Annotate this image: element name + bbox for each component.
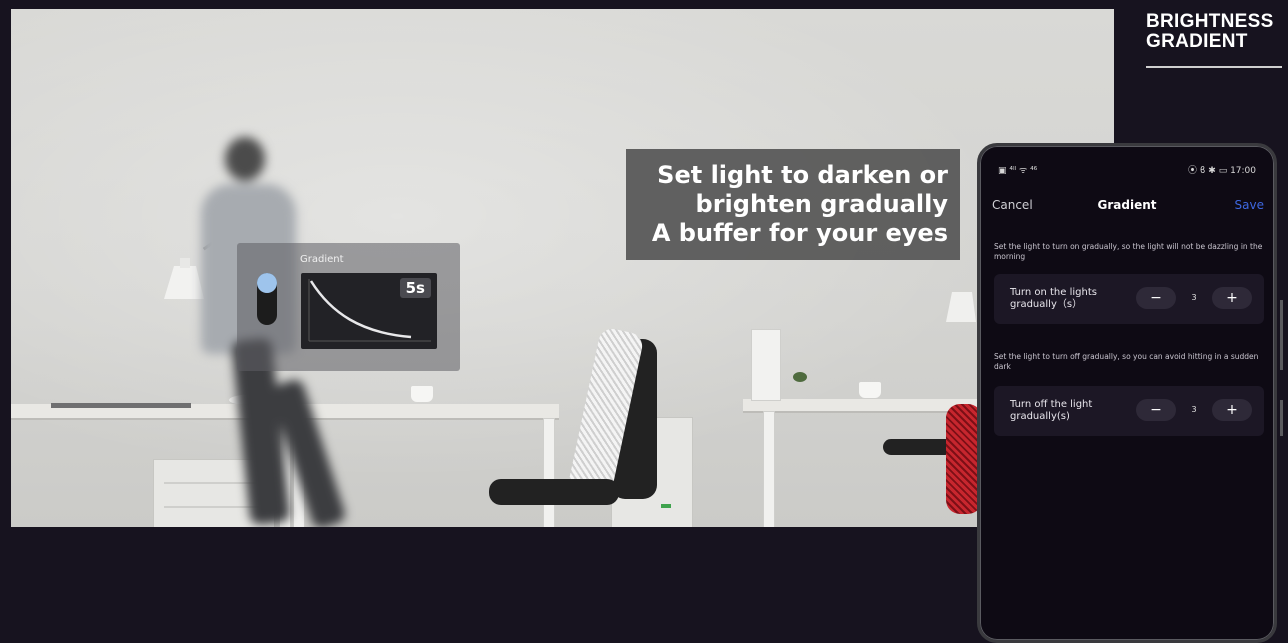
tagline-line-1: Set light to darken or [657, 161, 948, 189]
widget-value: 5s [399, 278, 431, 298]
tagline-box: Set light to darken or brighten graduall… [626, 149, 960, 260]
cup [859, 382, 881, 398]
turn-on-stepper: − 3 + [1136, 287, 1252, 309]
phone-power-button [1280, 400, 1283, 436]
cup [411, 386, 433, 402]
page-heading: BRIGHTNESS GRADIENT [1146, 12, 1282, 52]
tagline-line-2: brighten gradually [695, 190, 948, 218]
app-header: Cancel Gradient Save [980, 198, 1274, 218]
gradient-preview-widget: Gradient 5s [237, 243, 460, 371]
turn-on-label-line-2: gradually（s） [1010, 299, 1083, 310]
turn-off-label-line-1: Turn off the light [1010, 399, 1093, 410]
save-button[interactable]: Save [1235, 198, 1264, 212]
turn-off-label-line-2: gradually(s) [1010, 411, 1070, 422]
widget-title: Gradient [300, 254, 344, 265]
desk-leg [543, 418, 555, 527]
turn-off-label: Turn off the light gradually(s) [1010, 399, 1092, 423]
phone-volume-button [1280, 300, 1283, 370]
chair-right [883, 439, 953, 455]
office-photo [11, 9, 1114, 527]
turn-on-decrement-button[interactable]: − [1136, 287, 1176, 309]
turn-on-label: Turn on the lights gradually（s） [1010, 287, 1097, 311]
turn-on-setting-card: Turn on the lights gradually（s） − 3 + [994, 274, 1264, 324]
turn-on-label-line-1: Turn on the lights [1010, 287, 1097, 298]
turn-off-description: Set the light to turn off gradually, so … [994, 352, 1259, 371]
switch-knob [257, 273, 277, 293]
book-holder [751, 329, 781, 401]
person-head [225, 137, 265, 181]
turn-off-value[interactable]: 3 [1180, 399, 1208, 421]
chair-seat [489, 479, 619, 505]
plant [793, 372, 807, 382]
status-clock: ⦿ ϐ ✱ ▭ 17:00 [1188, 166, 1256, 176]
status-bar: ▣ ⁴ᴵˡ ᯤ ⁴⁶ ⦿ ϐ ✱ ▭ 17:00 [998, 163, 1256, 177]
status-signal-icons: ▣ ⁴ᴵˡ ᯤ ⁴⁶ [998, 166, 1038, 176]
heading-line-2: GRADIENT [1146, 31, 1248, 52]
gradient-curve-graph: 5s [301, 273, 437, 349]
turn-on-increment-button[interactable]: + [1212, 287, 1252, 309]
tagline-line-3: A buffer for your eyes [651, 219, 948, 247]
heading-divider [1146, 66, 1282, 68]
turn-on-description: Set the light to turn on gradually, so t… [994, 242, 1263, 261]
green-accent [661, 504, 671, 508]
turn-off-increment-button[interactable]: + [1212, 399, 1252, 421]
heading-line-1: BRIGHTNESS [1146, 11, 1274, 32]
screen-title: Gradient [1097, 198, 1157, 212]
turn-on-value[interactable]: 3 [1180, 287, 1208, 309]
phone-mockup: ▣ ⁴ᴵˡ ᯤ ⁴⁶ ⦿ ϐ ✱ ▭ 17:00 Cancel Gradient… [977, 143, 1277, 643]
turn-off-stepper: − 3 + [1136, 399, 1252, 421]
turn-off-decrement-button[interactable]: − [1136, 399, 1176, 421]
desk-leg [763, 411, 775, 527]
laptop [51, 403, 191, 408]
turn-off-setting-card: Turn off the light gradually(s) − 3 + [994, 386, 1264, 436]
